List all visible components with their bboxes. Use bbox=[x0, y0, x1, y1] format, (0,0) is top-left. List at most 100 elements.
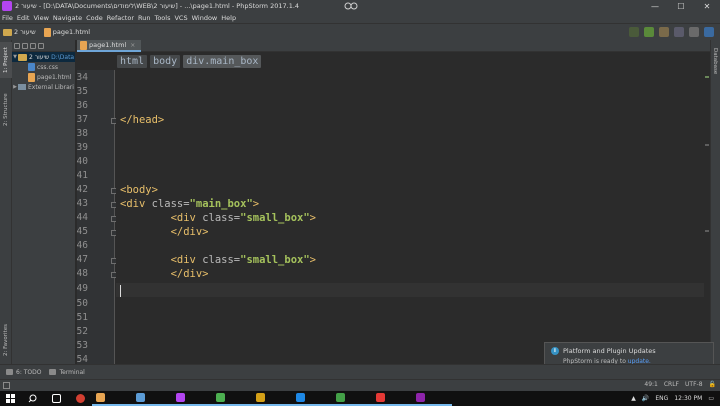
menu-help[interactable]: Help bbox=[221, 14, 236, 22]
breadcrumb: html body div.main_box bbox=[77, 52, 710, 70]
debug-icon[interactable] bbox=[659, 27, 669, 37]
library-icon bbox=[18, 84, 26, 90]
network-icon[interactable]: ▲ bbox=[631, 395, 636, 402]
start-button[interactable] bbox=[0, 391, 20, 406]
breadcrumb-html[interactable]: html bbox=[117, 54, 148, 68]
taskbar-app[interactable] bbox=[172, 391, 212, 406]
caret-position[interactable]: 49:1 bbox=[644, 381, 657, 388]
code-tag-end: > bbox=[252, 198, 260, 210]
taskbar-app[interactable] bbox=[412, 391, 452, 406]
code-attr: class= bbox=[151, 198, 190, 210]
tab-page1-html[interactable]: page1.html × bbox=[77, 40, 142, 52]
task-view-icon[interactable] bbox=[44, 391, 68, 406]
line-number: 36 bbox=[76, 100, 88, 111]
text-caret bbox=[120, 285, 121, 297]
scroll-from-source-icon[interactable] bbox=[38, 42, 44, 49]
code-editor[interactable]: </head> <body> <div class="main_box"> <d… bbox=[116, 70, 704, 364]
windows-taskbar: ▲ 🔊 ENG 12:30 PM ▭ bbox=[0, 391, 720, 406]
run-icon[interactable] bbox=[644, 27, 654, 37]
breadcrumb-body[interactable]: body bbox=[150, 54, 181, 68]
inspection-ok-icon[interactable] bbox=[705, 76, 709, 78]
todo-label: 6: TODO bbox=[16, 368, 42, 376]
windows-logo-icon bbox=[5, 394, 15, 403]
line-number: 53 bbox=[76, 340, 88, 351]
breadcrumb-div-main-box[interactable]: div.main_box bbox=[183, 54, 262, 68]
current-line-highlight bbox=[116, 283, 704, 297]
vcs-icon[interactable] bbox=[674, 27, 684, 37]
terminal-tool-button[interactable]: Terminal bbox=[49, 369, 85, 376]
hide-panel-icon[interactable] bbox=[30, 42, 36, 49]
line-number-gutter[interactable]: 34 35 36 37 38 39 40 41 42 43 44 45 46 4… bbox=[76, 70, 117, 365]
tree-item-css[interactable]: css.css bbox=[12, 62, 75, 72]
database-tool-tab[interactable]: Database bbox=[712, 48, 718, 74]
code-attr: class= bbox=[202, 212, 241, 224]
search-icon[interactable] bbox=[704, 27, 714, 37]
menu-vcs[interactable]: VCS bbox=[174, 14, 187, 22]
menu-refactor[interactable]: Refactor bbox=[107, 14, 134, 22]
menu-run[interactable]: Run bbox=[138, 14, 150, 22]
settings-gear-icon[interactable] bbox=[22, 42, 28, 49]
code-string: "main_box" bbox=[189, 198, 253, 210]
line-number: 48 bbox=[76, 268, 88, 279]
clock[interactable]: 12:30 PM bbox=[674, 395, 702, 402]
minimize-button[interactable]: — bbox=[642, 0, 668, 12]
code-line-45: </div> bbox=[120, 226, 209, 238]
file-encoding[interactable]: UTF-8 bbox=[685, 381, 703, 388]
taskbar-app[interactable] bbox=[332, 391, 372, 406]
menu-file[interactable]: File bbox=[2, 14, 13, 22]
menu-tools[interactable]: Tools bbox=[154, 14, 170, 22]
tree-root[interactable]: ▼ שיעור 2 D:\Data bbox=[12, 52, 75, 62]
lock-icon[interactable]: 🔓 bbox=[709, 381, 716, 388]
tree-external-libraries[interactable]: ▶ External Librari bbox=[12, 82, 75, 92]
taskbar-app[interactable] bbox=[92, 391, 132, 406]
toolbar-file-label: page1.html bbox=[52, 28, 91, 36]
line-number: 41 bbox=[76, 170, 88, 181]
action-center-icon[interactable]: ▭ bbox=[708, 395, 714, 402]
search-taskbar-icon[interactable] bbox=[20, 391, 44, 406]
menu-window[interactable]: Window bbox=[192, 14, 218, 22]
menu-code[interactable]: Code bbox=[86, 14, 103, 22]
code-line-47: <div class="small_box"> bbox=[120, 254, 316, 266]
structure-tool-tab[interactable]: 2: Structure bbox=[0, 88, 12, 132]
collapse-all-icon[interactable] bbox=[14, 42, 20, 49]
todo-icon bbox=[6, 369, 13, 375]
line-number: 43 bbox=[76, 198, 88, 209]
terminal-icon bbox=[49, 369, 57, 375]
taskbar-app[interactable] bbox=[372, 391, 412, 406]
line-number: 35 bbox=[76, 86, 88, 97]
favorites-tool-tab[interactable]: 2: Favorites bbox=[0, 320, 12, 360]
taskbar-app[interactable] bbox=[212, 391, 252, 406]
taskbar-app[interactable] bbox=[292, 391, 332, 406]
run-config-icon[interactable] bbox=[629, 27, 639, 37]
taskbar-app[interactable] bbox=[132, 391, 172, 406]
close-tab-icon[interactable]: × bbox=[130, 42, 135, 49]
toolbar-file-crumb[interactable]: page1.html bbox=[43, 27, 91, 37]
project-panel-header bbox=[12, 40, 75, 52]
line-separator[interactable]: CRLF bbox=[664, 381, 679, 388]
menu-navigate[interactable]: Navigate bbox=[53, 14, 82, 22]
todo-tool-button[interactable]: 6: TODO bbox=[6, 369, 41, 376]
tool-windows-icon[interactable] bbox=[3, 382, 10, 389]
settings-icon[interactable] bbox=[689, 27, 699, 37]
project-tool-tab[interactable]: 1: Project bbox=[0, 42, 12, 78]
taskbar-app[interactable] bbox=[252, 391, 292, 406]
close-button[interactable]: ✕ bbox=[694, 0, 720, 12]
maximize-button[interactable]: ☐ bbox=[668, 0, 694, 12]
scroll-mark[interactable] bbox=[705, 230, 709, 232]
volume-icon[interactable]: 🔊 bbox=[642, 395, 649, 402]
tree-item-label: css.css bbox=[37, 63, 59, 71]
menu-edit[interactable]: Edit bbox=[17, 14, 30, 22]
drag-handle-icon bbox=[344, 2, 358, 10]
toolbar-project-crumb[interactable]: שיעור 2 bbox=[3, 28, 36, 36]
tree-item-page1[interactable]: page1.html bbox=[12, 72, 75, 82]
language-indicator[interactable]: ENG bbox=[655, 395, 668, 402]
html-file-icon bbox=[28, 72, 35, 82]
menu-view[interactable]: View bbox=[33, 14, 48, 22]
code-line-42: <body> bbox=[120, 184, 158, 196]
tree-root-path: D:\Data bbox=[51, 53, 75, 61]
chrome-taskbar-icon[interactable] bbox=[68, 391, 92, 406]
scroll-mark[interactable] bbox=[705, 144, 709, 146]
status-bar: 49:1 CRLF UTF-8 🔓 bbox=[0, 379, 720, 391]
